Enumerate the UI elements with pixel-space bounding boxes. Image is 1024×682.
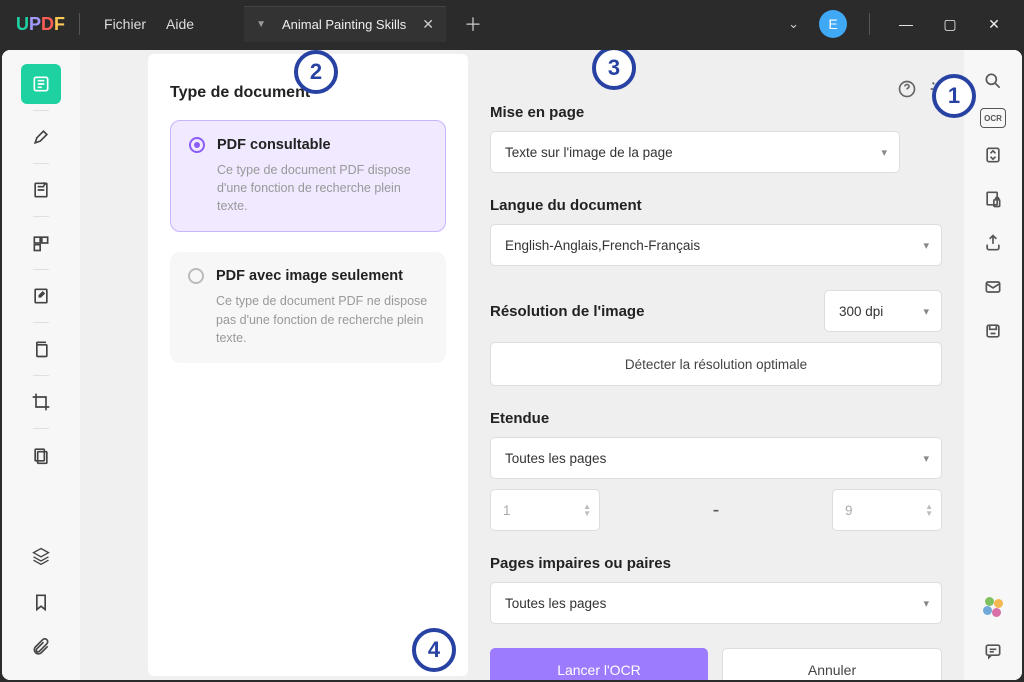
oddeven-select[interactable]: Toutes les pages bbox=[490, 582, 942, 624]
comment-icon[interactable] bbox=[976, 634, 1010, 668]
cancel-button[interactable]: Annuler bbox=[722, 648, 942, 680]
mail-icon[interactable] bbox=[976, 270, 1010, 304]
separator bbox=[33, 269, 49, 270]
document-type-panel: 2 Type de document PDF consultable Ce ty… bbox=[148, 54, 468, 676]
tab-title: Animal Painting Skills bbox=[282, 17, 406, 32]
separator bbox=[33, 163, 49, 164]
document-tab[interactable]: ▼ Animal Painting Skills ✕ bbox=[244, 6, 446, 42]
app-logo: UPDF bbox=[16, 14, 65, 35]
range-to-input[interactable]: 9▲▼ bbox=[832, 489, 942, 531]
option-image-only-pdf[interactable]: PDF avec image seulement Ce type de docu… bbox=[170, 252, 446, 362]
divider bbox=[79, 13, 80, 35]
menu-file[interactable]: Fichier bbox=[94, 10, 156, 38]
divider bbox=[869, 13, 870, 35]
tool-edit[interactable] bbox=[21, 276, 61, 316]
separator bbox=[33, 322, 49, 323]
document-margin bbox=[80, 50, 144, 680]
tool-annotate[interactable] bbox=[21, 170, 61, 210]
tool-duplicate[interactable] bbox=[21, 435, 61, 475]
tool-bookmark[interactable] bbox=[21, 582, 61, 622]
callout-1: 1 bbox=[932, 74, 976, 118]
separator bbox=[33, 428, 49, 429]
tool-layers[interactable] bbox=[21, 536, 61, 576]
ocr-button[interactable]: OCR bbox=[980, 108, 1006, 128]
titlebar: UPDF Fichier Aide ▼ Animal Painting Skil… bbox=[0, 0, 1024, 48]
tool-thumbnails[interactable] bbox=[21, 64, 61, 104]
ai-flower-icon[interactable] bbox=[976, 590, 1010, 624]
option1-title: PDF consultable bbox=[217, 137, 331, 153]
tool-pages[interactable] bbox=[21, 223, 61, 263]
range-from-input[interactable]: 1▲▼ bbox=[490, 489, 600, 531]
stepper-arrows-icon[interactable]: ▲▼ bbox=[583, 503, 591, 517]
tab-dropdown-icon[interactable]: ▼ bbox=[256, 19, 266, 30]
user-avatar[interactable]: E bbox=[819, 10, 847, 38]
layout-select[interactable]: Texte sur l'image de la page bbox=[490, 131, 900, 173]
separator bbox=[33, 216, 49, 217]
radio-on-icon bbox=[189, 137, 205, 153]
tool-attachment[interactable] bbox=[21, 628, 61, 668]
launch-ocr-button[interactable]: Lancer l'OCR bbox=[490, 648, 708, 680]
detect-resolution-button[interactable]: Détecter la résolution optimale bbox=[490, 342, 942, 386]
option2-desc: Ce type de document PDF ne dispose pas d… bbox=[188, 292, 428, 346]
menu-help[interactable]: Aide bbox=[156, 10, 204, 38]
range-label: Etendue bbox=[490, 410, 942, 427]
tool-crop[interactable] bbox=[21, 382, 61, 422]
layout-label: Mise en page bbox=[490, 104, 942, 121]
radio-off-icon bbox=[188, 268, 204, 284]
main-row: 2 Type de document PDF consultable Ce ty… bbox=[2, 50, 1022, 680]
help-icon[interactable] bbox=[896, 78, 918, 100]
tool-highlight[interactable] bbox=[21, 117, 61, 157]
left-toolbar bbox=[2, 50, 80, 680]
maximize-button[interactable]: ▢ bbox=[928, 2, 972, 46]
close-button[interactable]: ✕ bbox=[972, 2, 1016, 46]
new-tab-button[interactable]: ＋ bbox=[464, 11, 482, 37]
range-dash: - bbox=[600, 499, 832, 522]
stepper-arrows-icon[interactable]: ▲▼ bbox=[925, 503, 933, 517]
callout-3: 3 bbox=[592, 50, 636, 90]
option1-desc: Ce type de document PDF dispose d'une fo… bbox=[189, 161, 427, 215]
resolution-select[interactable]: 300 dpi bbox=[824, 290, 942, 332]
separator bbox=[33, 375, 49, 376]
chevron-down-icon[interactable]: ⌄ bbox=[788, 16, 799, 32]
minimize-button[interactable]: — bbox=[884, 2, 928, 46]
ocr-settings-panel: 3 4 Mise en page Texte sur l'image de la… bbox=[468, 50, 964, 680]
right-toolbar: 1 OCR bbox=[964, 50, 1022, 680]
content-area: 2 Type de document PDF consultable Ce ty… bbox=[144, 50, 964, 680]
oddeven-label: Pages impaires ou paires bbox=[490, 555, 942, 572]
search-icon[interactable] bbox=[976, 64, 1010, 98]
convert-icon[interactable] bbox=[976, 138, 1010, 172]
callout-2: 2 bbox=[294, 50, 338, 94]
language-select[interactable]: English-Anglais,French-Français bbox=[490, 224, 942, 266]
lock-icon[interactable] bbox=[976, 182, 1010, 216]
range-select[interactable]: Toutes les pages bbox=[490, 437, 942, 479]
option-searchable-pdf[interactable]: PDF consultable Ce type de document PDF … bbox=[170, 120, 446, 232]
tool-copy[interactable] bbox=[21, 329, 61, 369]
separator bbox=[33, 110, 49, 111]
lang-label: Langue du document bbox=[490, 197, 942, 214]
save-icon[interactable] bbox=[976, 314, 1010, 348]
res-label: Résolution de l'image bbox=[490, 303, 814, 320]
tab-close-icon[interactable]: ✕ bbox=[422, 16, 434, 33]
share-icon[interactable] bbox=[976, 226, 1010, 260]
option2-title: PDF avec image seulement bbox=[216, 268, 403, 284]
callout-4: 4 bbox=[412, 628, 456, 672]
